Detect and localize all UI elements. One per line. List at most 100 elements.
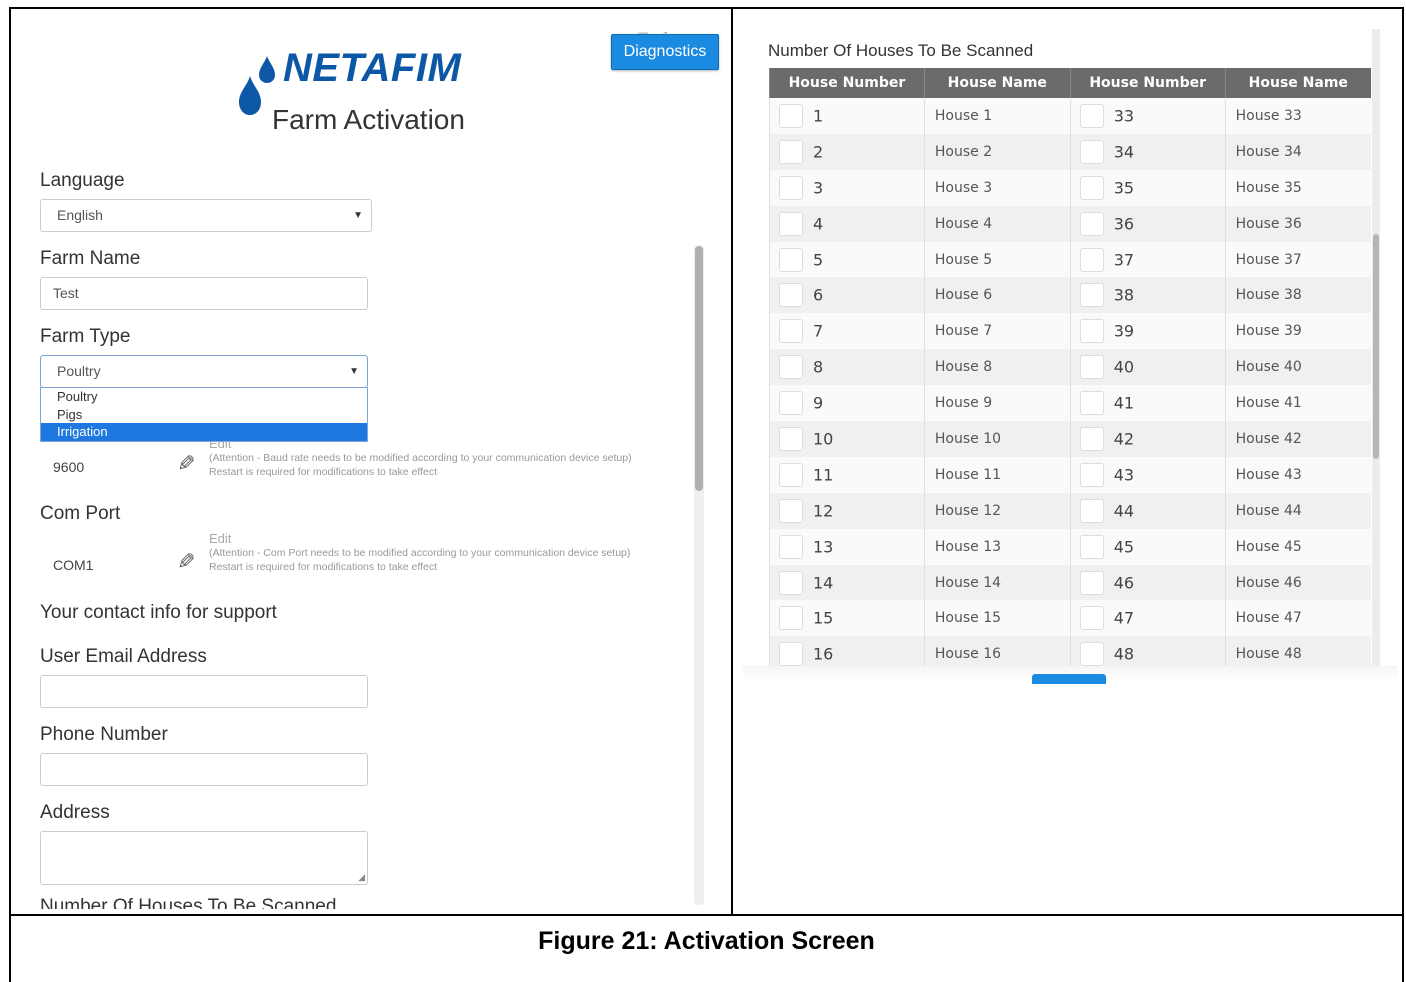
com-port-edit-link[interactable]: Edit — [209, 532, 630, 546]
house-number: 12 — [813, 501, 834, 521]
house-name-cell: House 13 — [923, 528, 1071, 565]
address-textarea[interactable]: ◢ — [40, 831, 368, 885]
table-row: 16 House 16 48 House 48 — [769, 636, 1371, 666]
house-name-cell: House 8 — [923, 349, 1071, 386]
house-checkbox[interactable] — [779, 355, 803, 380]
house-number-cell: 10 — [769, 421, 925, 457]
house-number-cell: 47 — [1069, 600, 1226, 637]
house-number-cell: 39 — [1069, 313, 1226, 350]
house-checkbox[interactable] — [779, 391, 803, 416]
table-row: 3 House 3 35 House 35 — [769, 169, 1371, 206]
house-number: 16 — [813, 644, 834, 664]
house-checkbox[interactable] — [1079, 355, 1104, 380]
email-input[interactable] — [40, 675, 368, 708]
house-checkbox[interactable] — [1079, 211, 1104, 236]
houses-section-label: Number Of Houses To Be Scanned — [40, 897, 337, 909]
farm-name-input[interactable]: Test — [40, 277, 368, 310]
house-name-cell: House 10 — [923, 421, 1071, 457]
house-number: 5 — [813, 250, 824, 269]
house-checkbox[interactable] — [779, 247, 803, 272]
com-port-restart-note: Restart is required for modifications to… — [209, 561, 437, 573]
house-name-cell: House 45 — [1224, 528, 1371, 565]
houses-title: Number Of Houses To Be Scanned — [768, 41, 1034, 60]
submit-button[interactable] — [1032, 674, 1106, 684]
house-number: 4 — [813, 214, 824, 234]
house-number-cell: 35 — [1069, 169, 1226, 206]
figure-caption: Figure 21: Activation Screen — [538, 927, 875, 955]
table-row: 1 House 1 33 House 33 — [769, 98, 1371, 134]
house-checkbox[interactable] — [779, 498, 803, 523]
house-number: 35 — [1113, 178, 1135, 198]
house-checkbox[interactable] — [779, 319, 803, 344]
house-number-cell: 3 — [769, 169, 925, 206]
house-number-cell: 43 — [1069, 456, 1226, 493]
baud-rate-restart-note: Restart is required for modifications to… — [209, 466, 437, 478]
house-checkbox[interactable] — [1079, 570, 1104, 595]
house-number: 14 — [813, 573, 834, 593]
house-number: 46 — [1113, 573, 1135, 593]
diagnostics-button[interactable]: Diagnostics — [611, 34, 719, 70]
com-port-attention: (Attention - Com Port needs to be modifi… — [209, 547, 631, 559]
house-checkbox[interactable] — [1079, 283, 1104, 308]
house-checkbox[interactable] — [1079, 498, 1104, 523]
house-checkbox[interactable] — [779, 642, 803, 666]
farm-type-option-pigs[interactable]: Pigs — [41, 406, 367, 424]
house-number-cell: 15 — [769, 600, 925, 637]
house-name-cell: House 4 — [923, 205, 1071, 242]
edit-baud-rate-icon[interactable]: ✎ — [177, 451, 195, 477]
house-checkbox[interactable] — [1079, 319, 1104, 344]
house-checkbox[interactable] — [1079, 103, 1104, 128]
house-number-cell: 5 — [769, 241, 925, 278]
farm-type-option-irrigation[interactable]: Irrigation — [41, 423, 367, 441]
left-scrollbar-thumb[interactable] — [695, 246, 703, 491]
house-checkbox[interactable] — [779, 426, 803, 451]
house-number-cell: 37 — [1069, 241, 1226, 278]
farm-type-select[interactable]: Poultry ▼ — [40, 355, 368, 388]
table-row: 7 House 7 39 House 39 — [769, 313, 1371, 350]
table-row: 11 House 11 43 House 43 — [769, 456, 1371, 493]
house-checkbox[interactable] — [779, 570, 803, 595]
house-checkbox[interactable] — [779, 103, 803, 128]
house-checkbox[interactable] — [779, 211, 803, 236]
house-number: 15 — [813, 608, 834, 628]
right-scrollbar-thumb[interactable] — [1373, 234, 1379, 459]
phone-input[interactable] — [40, 753, 368, 786]
house-checkbox[interactable] — [1079, 426, 1104, 451]
house-number: 39 — [1113, 321, 1135, 341]
house-name-cell: House 39 — [1224, 313, 1371, 350]
house-number: 40 — [1113, 357, 1135, 377]
houses-table-body: 1 House 1 33 House 33 2 House 2 34 House 34 3 Hou… — [769, 98, 1371, 666]
house-checkbox[interactable] — [1079, 391, 1104, 416]
resize-grip-icon[interactable]: ◢ — [358, 873, 365, 882]
address-label: Address — [40, 802, 110, 823]
house-checkbox[interactable] — [779, 283, 803, 308]
edit-com-port-icon[interactable]: ✎ — [177, 549, 195, 575]
house-checkbox[interactable] — [1079, 247, 1104, 272]
house-number: 33 — [1113, 106, 1135, 126]
house-checkbox[interactable] — [779, 606, 803, 631]
farm-type-label: Farm Type — [40, 326, 131, 347]
house-name-cell: House 12 — [923, 492, 1071, 529]
house-checkbox[interactable] — [779, 534, 803, 559]
language-select[interactable]: English ▼ — [40, 199, 372, 232]
house-number-cell: 36 — [1069, 205, 1226, 242]
house-number: 37 — [1113, 250, 1135, 269]
house-checkbox[interactable] — [779, 462, 803, 487]
house-checkbox[interactable] — [779, 175, 803, 200]
house-checkbox[interactable] — [1079, 534, 1104, 559]
house-number-cell: 48 — [1069, 636, 1226, 666]
house-checkbox[interactable] — [1079, 139, 1104, 164]
table-row: 6 House 6 38 House 38 — [769, 277, 1371, 314]
house-name-cell: House 15 — [923, 600, 1071, 637]
house-number: 8 — [813, 357, 824, 377]
house-checkbox[interactable] — [1079, 642, 1104, 666]
farm-type-dropdown[interactable]: Poultry Pigs Irrigation — [40, 387, 368, 442]
house-name-cell: House 35 — [1224, 169, 1371, 206]
house-checkbox[interactable] — [1079, 462, 1104, 487]
house-checkbox[interactable] — [1079, 606, 1104, 631]
house-checkbox[interactable] — [779, 139, 803, 164]
col-house-name-2: House Name — [1224, 68, 1371, 98]
farm-type-option-poultry[interactable]: Poultry — [41, 388, 367, 406]
house-checkbox[interactable] — [1079, 175, 1104, 200]
house-number-cell: 6 — [769, 277, 925, 314]
